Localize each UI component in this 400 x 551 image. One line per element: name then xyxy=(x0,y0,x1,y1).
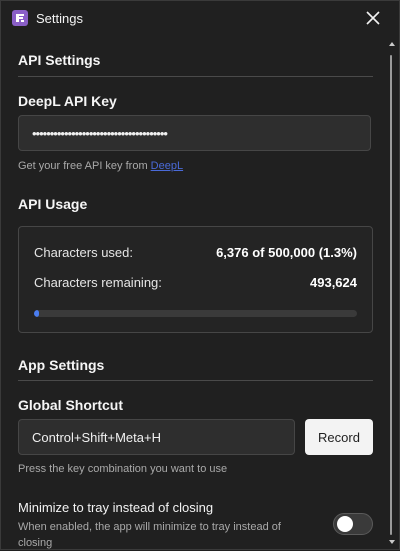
global-shortcut-label: Global Shortcut xyxy=(18,397,123,413)
api-usage-heading: API Usage xyxy=(18,196,88,212)
characters-remaining-label: Characters remaining: xyxy=(34,275,162,290)
scroll-up-arrow-icon[interactable] xyxy=(389,42,395,46)
scrollbar-thumb[interactable] xyxy=(390,55,392,535)
title-bar: Settings xyxy=(1,1,399,35)
minimize-to-tray-toggle[interactable] xyxy=(333,513,373,535)
api-settings-heading: API Settings xyxy=(18,52,101,68)
usage-progress-fill xyxy=(34,310,39,317)
global-shortcut-value: Control+Shift+Meta+H xyxy=(32,429,161,445)
characters-used-row: Characters used: 6,376 of 500,000 (1.3%) xyxy=(34,245,357,260)
api-usage-panel: Characters used: 6,376 of 500,000 (1.3%)… xyxy=(18,226,373,333)
api-key-label: DeepL API Key xyxy=(18,93,117,109)
usage-progress-bar xyxy=(34,310,357,317)
settings-window: Settings API Settings DeepL API Key ••••… xyxy=(0,0,400,550)
characters-remaining-row: Characters remaining: 493,624 xyxy=(34,275,357,290)
characters-used-value: 6,376 of 500,000 (1.3%) xyxy=(216,245,357,260)
shortcut-helper: Press the key combination you want to us… xyxy=(18,463,228,475)
window-title: Settings xyxy=(36,11,83,26)
minimize-to-tray-label: Minimize to tray instead of closing xyxy=(18,500,214,515)
characters-remaining-value: 493,624 xyxy=(310,275,357,290)
section-divider xyxy=(18,380,373,381)
api-key-helper: Get your free API key from DeepL xyxy=(18,160,183,172)
deepl-link[interactable]: DeepL xyxy=(151,160,183,172)
section-divider xyxy=(18,76,373,77)
close-icon xyxy=(366,11,380,25)
scroll-down-arrow-icon[interactable] xyxy=(389,540,395,544)
app-logo-icon xyxy=(12,10,28,26)
close-button[interactable] xyxy=(363,8,383,28)
minimize-to-tray-description: When enabled, the app will minimize to t… xyxy=(18,521,281,549)
characters-used-label: Characters used: xyxy=(34,245,133,260)
api-key-value: •••••••••••••••••••••••••••••••••••••• xyxy=(32,125,168,141)
api-key-helper-text: Get your free API key from xyxy=(18,160,151,172)
toggle-knob xyxy=(337,516,353,532)
vertical-scrollbar[interactable] xyxy=(386,35,398,549)
api-key-input[interactable]: •••••••••••••••••••••••••••••••••••••• xyxy=(18,115,371,151)
app-settings-heading: App Settings xyxy=(18,357,105,373)
global-shortcut-input[interactable]: Control+Shift+Meta+H xyxy=(18,419,295,455)
record-shortcut-button[interactable]: Record xyxy=(305,419,373,455)
